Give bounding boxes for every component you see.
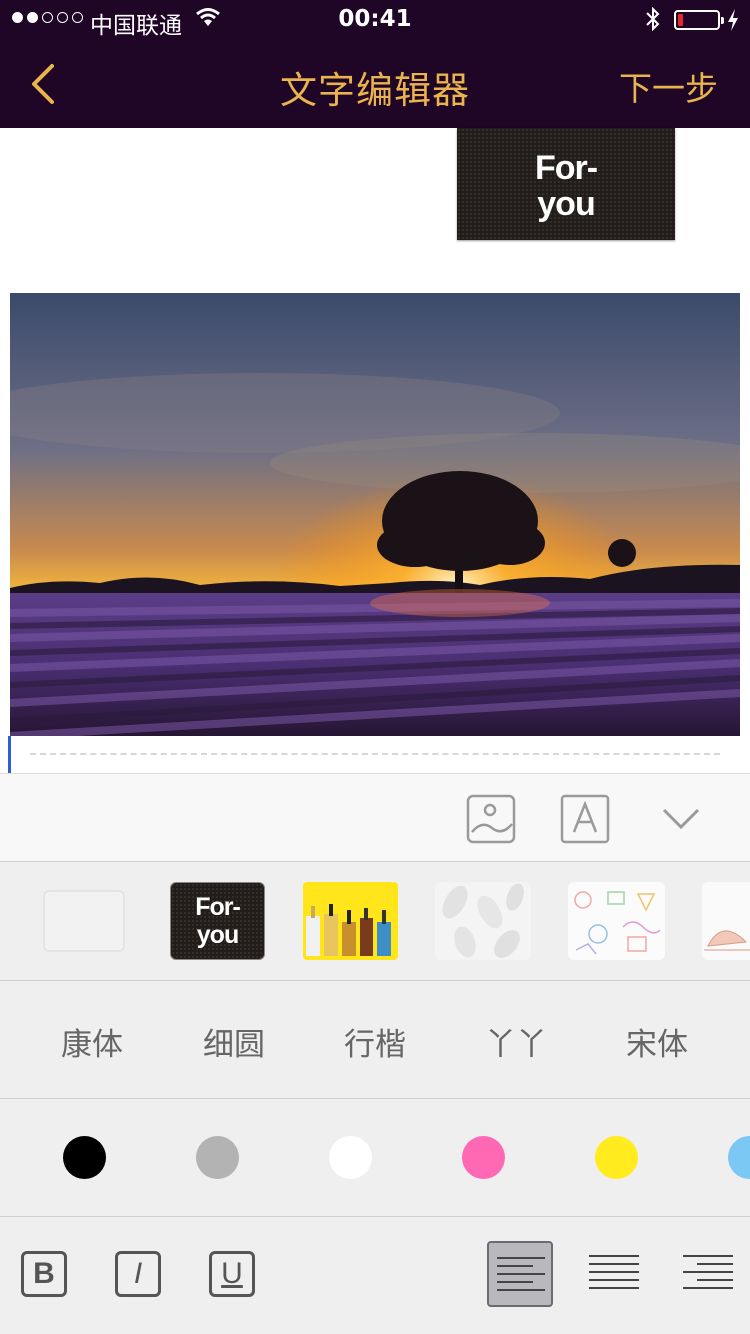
underline-button[interactable]: U [209, 1251, 255, 1297]
text-style-row: B I U [0, 1217, 750, 1334]
text-input-placeholder-line[interactable] [30, 753, 720, 755]
color-swatch-pink[interactable] [462, 1136, 505, 1179]
next-step-button[interactable]: 下一步 [619, 62, 718, 110]
for-you-line1: For- [195, 893, 241, 921]
background-option-shell-pattern[interactable] [702, 882, 750, 960]
font-option-kangti[interactable]: 康体 [32, 1019, 152, 1064]
bold-button[interactable]: B [21, 1251, 67, 1297]
color-swatch-gray[interactable] [196, 1136, 239, 1179]
italic-button[interactable]: I [115, 1251, 161, 1297]
color-swatch-black[interactable] [63, 1136, 106, 1179]
card-text-line1: For- [534, 149, 598, 187]
background-option-leaf-pattern[interactable] [435, 882, 531, 960]
color-swatch-white[interactable] [329, 1136, 372, 1179]
color-swatch-yellow[interactable] [595, 1136, 638, 1179]
background-template-row: For- you [0, 862, 750, 981]
status-bar: 中国联通 00:41 [0, 0, 750, 40]
align-left-button[interactable] [487, 1241, 553, 1307]
charging-icon [728, 9, 738, 31]
align-center-button[interactable] [580, 1241, 646, 1307]
photo-illustration [10, 293, 740, 736]
color-selector-row [0, 1099, 750, 1217]
background-option-doodle-pattern[interactable] [568, 882, 665, 960]
font-option-yaya[interactable]: 丫丫 [456, 1019, 576, 1064]
for-you-line2: you [196, 921, 239, 949]
font-option-songti[interactable]: 宋体 [597, 1019, 717, 1064]
for-you-text-card[interactable]: For- you [457, 128, 675, 240]
lavender-field-sunset-photo[interactable] [10, 293, 740, 736]
doodle-pattern-illustration [574, 891, 661, 955]
clock: 00:41 [338, 6, 412, 32]
bluetooth-icon [646, 7, 660, 31]
background-option-bottles[interactable] [303, 882, 398, 960]
navigation-bar: 文字编辑器 下一步 [0, 40, 750, 128]
editor-toolbar [0, 773, 750, 862]
card-text-line2: you [537, 185, 595, 223]
text-icon[interactable] [560, 794, 610, 844]
leaf-pattern-illustration [442, 883, 524, 958]
background-option-blank[interactable] [43, 890, 125, 952]
font-selector-row: 康体 细圆 行楷 丫丫 宋体 [0, 981, 750, 1099]
background-option-for-you[interactable]: For- you [170, 882, 265, 960]
image-icon[interactable] [466, 794, 516, 844]
color-swatch-light-blue[interactable] [728, 1136, 750, 1179]
chevron-down-icon[interactable] [656, 794, 706, 844]
battery-icon [674, 10, 724, 30]
text-cursor [8, 736, 11, 774]
shell-illustration [704, 930, 750, 951]
font-option-xingkai[interactable]: 行楷 [315, 1019, 435, 1064]
bottles-illustration [306, 904, 391, 956]
align-right-button[interactable] [675, 1241, 741, 1307]
font-option-xiyuan[interactable]: 细圆 [174, 1019, 294, 1064]
